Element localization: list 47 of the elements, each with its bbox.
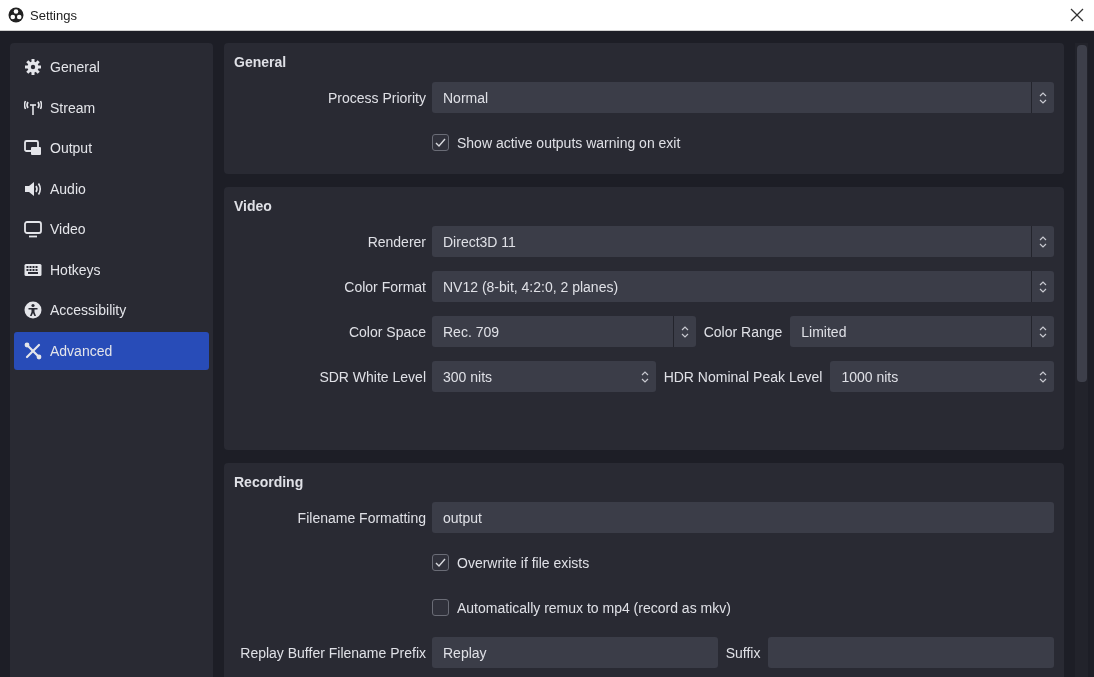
sidebar-item[interactable]: Audio <box>14 169 209 208</box>
monitor-icon <box>24 220 42 238</box>
field-label: Renderer <box>366 233 426 250</box>
scrollbar-thumb[interactable] <box>1077 45 1087 382</box>
speaker-icon <box>24 179 42 198</box>
sidebar-item[interactable]: Advanced <box>14 331 209 370</box>
antenna-icon <box>24 98 42 117</box>
field-label: Process Priority <box>326 89 426 106</box>
field-label: Color Range <box>702 323 784 340</box>
sidebar-item[interactable]: Video <box>14 210 209 248</box>
checkbox[interactable]: Automatically remux to mp4 (record as mkv) <box>432 599 731 616</box>
accessibility-icon <box>24 301 42 319</box>
window-title: Settings <box>30 7 78 23</box>
section-title: Video <box>234 198 273 214</box>
dropdown[interactable]: Rec. 709 <box>432 316 696 347</box>
check-icon <box>434 556 447 569</box>
spin-box[interactable]: 1000 nits <box>830 361 1054 392</box>
dropdown[interactable]: NV12 (8-bit, 4:2:0, 2 planes) <box>432 271 1054 302</box>
field-label: Color Format <box>343 278 426 295</box>
checkbox[interactable]: Overwrite if file exists <box>432 554 590 571</box>
field-label: HDR Nominal Peak Level <box>662 368 824 385</box>
close-icon[interactable] <box>1070 8 1086 22</box>
check-icon <box>434 136 447 149</box>
input-field[interactable]: Replay <box>432 637 718 668</box>
output-icon <box>24 139 42 157</box>
field-label: Color Space <box>347 323 426 340</box>
field-label: Filename Formatting <box>296 509 426 526</box>
sidebar-item[interactable]: Hotkeys <box>14 250 209 289</box>
field-label: Suffix <box>724 644 762 661</box>
spin-box[interactable]: 300 nits <box>432 361 656 392</box>
sidebar-item[interactable]: Output <box>14 129 209 167</box>
input-field[interactable]: output <box>432 502 1054 533</box>
logo-icon <box>8 7 24 23</box>
sidebar-item[interactable]: Accessibility <box>14 291 209 329</box>
dropdown[interactable]: Direct3D 11 <box>432 226 1054 257</box>
tools-icon <box>24 341 42 360</box>
dropdown[interactable]: Limited <box>790 316 1054 347</box>
dropdown[interactable]: Normal <box>432 82 1054 113</box>
sidebar-item[interactable]: General <box>14 48 209 86</box>
field-label: Replay Buffer Filename Prefix <box>239 644 426 661</box>
section-title: Recording <box>234 474 305 490</box>
checkbox[interactable]: Show active outputs warning on exit <box>432 134 681 151</box>
section-title: General <box>234 54 288 70</box>
scrollbar[interactable] <box>1075 43 1088 677</box>
sidebar-item[interactable]: Stream <box>14 88 209 127</box>
gear-icon <box>24 58 42 76</box>
field-label: SDR White Level <box>318 368 426 385</box>
